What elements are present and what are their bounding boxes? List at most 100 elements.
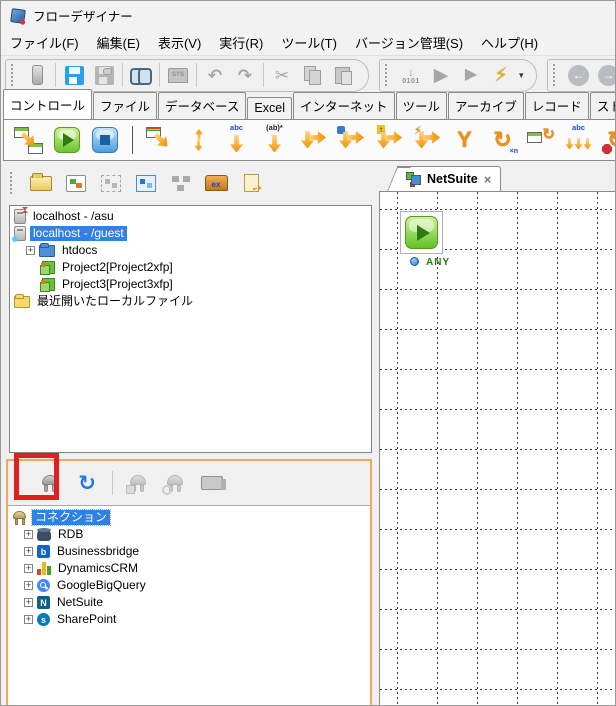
window-title: フローデザイナー bbox=[33, 10, 133, 24]
close-tab-icon[interactable]: × bbox=[484, 172, 492, 187]
import-flow-button[interactable] bbox=[132, 169, 160, 197]
dynamicscrm-icon bbox=[37, 562, 51, 575]
end-button[interactable] bbox=[88, 123, 121, 157]
tree-row-localhost-asu[interactable]: localhost - /asu bbox=[10, 207, 371, 225]
redo-button[interactable]: ↷ bbox=[231, 61, 259, 89]
tab-stream[interactable]: ストリーム bbox=[589, 92, 615, 119]
system-box-button[interactable]: SYS bbox=[164, 61, 192, 89]
tab-archive[interactable]: アーカイブ bbox=[448, 92, 524, 119]
save-connection-button[interactable] bbox=[124, 469, 152, 497]
start-node[interactable] bbox=[400, 211, 443, 254]
table-loop-button[interactable]: ↻ bbox=[524, 123, 557, 157]
menu-file[interactable]: ファイル(F) bbox=[1, 29, 88, 56]
tree-row-dynamicscrm[interactable]: + DynamicsCRM bbox=[8, 560, 370, 577]
tree-row-netsuite[interactable]: + N NetSuite bbox=[8, 594, 370, 611]
search-button[interactable] bbox=[127, 61, 155, 89]
tree-row-htdocs[interactable]: + htdocs bbox=[10, 242, 371, 259]
copy-button[interactable] bbox=[298, 61, 326, 89]
palette-separator bbox=[132, 126, 133, 154]
menu-tools[interactable]: ツール(T) bbox=[272, 29, 346, 56]
tree-row-googlebigquery[interactable]: + GoogleBigQuery bbox=[8, 577, 370, 594]
local-file-button[interactable] bbox=[237, 169, 265, 197]
expand-toggle[interactable]: + bbox=[24, 598, 33, 607]
expand-toggle[interactable]: + bbox=[26, 246, 35, 255]
examples-chest-icon: ex bbox=[204, 175, 228, 191]
cut-button[interactable]: ✂ bbox=[268, 61, 296, 89]
menu-help[interactable]: ヘルプ(H) bbox=[472, 29, 547, 56]
tab-control[interactable]: コントロール bbox=[3, 89, 93, 119]
priority-branch-button[interactable]: ↑ bbox=[372, 123, 405, 157]
save-comment-icon bbox=[94, 65, 114, 85]
mapper-button[interactable] bbox=[12, 123, 45, 157]
paste-button[interactable] bbox=[328, 61, 356, 89]
regex-operation-button[interactable]: (ab)* bbox=[258, 123, 291, 157]
flow-tab-netsuite[interactable]: NetSuite × bbox=[387, 166, 502, 191]
tree-row-project2[interactable]: Project2[Project2xfp] bbox=[10, 259, 371, 276]
tab-file[interactable]: ファイル bbox=[93, 92, 158, 119]
start-node-port[interactable] bbox=[410, 257, 419, 266]
start-button[interactable] bbox=[50, 123, 83, 157]
tab-database[interactable]: データベース bbox=[158, 92, 247, 119]
quick-run-dropdown[interactable]: ▾ bbox=[519, 70, 524, 81]
tree-row-rdb[interactable]: + RDB bbox=[8, 526, 370, 543]
new-project-button[interactable] bbox=[62, 169, 90, 197]
back-button[interactable]: ← bbox=[565, 61, 593, 89]
component-branch-button[interactable] bbox=[334, 123, 367, 157]
tree-row-localhost-guest[interactable]: localhost - /guest bbox=[10, 225, 371, 242]
expand-toggle[interactable]: + bbox=[24, 564, 33, 573]
run-button[interactable]: ▶ bbox=[427, 61, 455, 89]
app-window: フローデザイナー ファイル(F) 編集(E) 表示(V) 実行(R) ツール(T… bbox=[0, 0, 616, 706]
break-loop-button[interactable]: ↻ bbox=[600, 123, 615, 157]
tab-excel[interactable]: Excel bbox=[247, 97, 292, 119]
expand-toggle[interactable]: + bbox=[24, 615, 33, 624]
expand-toggle[interactable]: + bbox=[24, 581, 33, 590]
tab-internet[interactable]: インターネット bbox=[293, 92, 395, 119]
branch-button[interactable] bbox=[296, 123, 329, 157]
redo-icon: ↷ bbox=[237, 65, 253, 85]
menu-run[interactable]: 実行(R) bbox=[210, 29, 272, 56]
toolbar-grip[interactable] bbox=[10, 172, 15, 194]
preview-connection-button[interactable] bbox=[198, 469, 226, 497]
tree-row-connections-root[interactable]: コネクション bbox=[8, 509, 370, 526]
save-connection-icon bbox=[126, 474, 148, 494]
variable-mapper-button[interactable] bbox=[144, 123, 177, 157]
toolbar-grip[interactable] bbox=[552, 64, 558, 86]
folder-icon bbox=[14, 293, 30, 308]
menu-version-control[interactable]: バージョン管理(S) bbox=[346, 29, 472, 56]
refresh-connections-button[interactable]: ↻ bbox=[73, 469, 101, 497]
undo-button[interactable]: ↶ bbox=[201, 61, 229, 89]
toolbar-grip[interactable] bbox=[11, 64, 16, 86]
tree-row-businessbridge[interactable]: + b Businessbridge bbox=[8, 543, 370, 560]
expand-toggle[interactable]: + bbox=[24, 530, 33, 539]
menu-view[interactable]: 表示(V) bbox=[149, 29, 210, 56]
merge-button[interactable]: Y bbox=[448, 123, 481, 157]
examples-button[interactable]: ex bbox=[202, 169, 230, 197]
menu-edit[interactable]: 編集(E) bbox=[88, 29, 149, 56]
string-operation-button[interactable]: abc bbox=[220, 123, 253, 157]
deploy-button[interactable]: ↓ 0101 bbox=[397, 61, 425, 89]
tree-row-recent-local-files[interactable]: 最近開いたローカルファイル bbox=[10, 293, 371, 310]
toolbar-grip[interactable] bbox=[17, 472, 22, 494]
tree-row-project3[interactable]: Project3[Project3xfp] bbox=[10, 276, 371, 293]
exception-branch-button[interactable]: ⚡ bbox=[410, 123, 443, 157]
new-connection-button[interactable] bbox=[36, 469, 64, 497]
paste-flow-button[interactable] bbox=[97, 169, 125, 197]
sort-button[interactable]: abc bbox=[562, 123, 595, 157]
tree-row-sharepoint[interactable]: + s SharePoint bbox=[8, 611, 370, 628]
disable-connection-button[interactable] bbox=[161, 469, 189, 497]
save-with-comment-button[interactable] bbox=[90, 61, 118, 89]
updown-button[interactable] bbox=[182, 123, 215, 157]
forward-button[interactable]: → bbox=[595, 61, 615, 89]
loop-button[interactable]: ↻ ×n bbox=[486, 123, 519, 157]
save-button[interactable] bbox=[60, 61, 88, 89]
debug-run-button[interactable]: ▶ bbox=[457, 61, 485, 89]
toolbar-grip[interactable] bbox=[385, 64, 390, 86]
flow-canvas[interactable]: ANY bbox=[379, 191, 615, 705]
relation-view-button[interactable] bbox=[167, 169, 195, 197]
new-server-button[interactable] bbox=[23, 61, 51, 89]
open-file-button[interactable] bbox=[27, 169, 55, 197]
tab-tools[interactable]: ツール bbox=[395, 92, 448, 119]
expand-toggle[interactable]: + bbox=[24, 547, 33, 556]
quick-run-button[interactable]: ⚡ bbox=[487, 61, 515, 89]
tab-record[interactable]: レコード bbox=[524, 92, 589, 119]
